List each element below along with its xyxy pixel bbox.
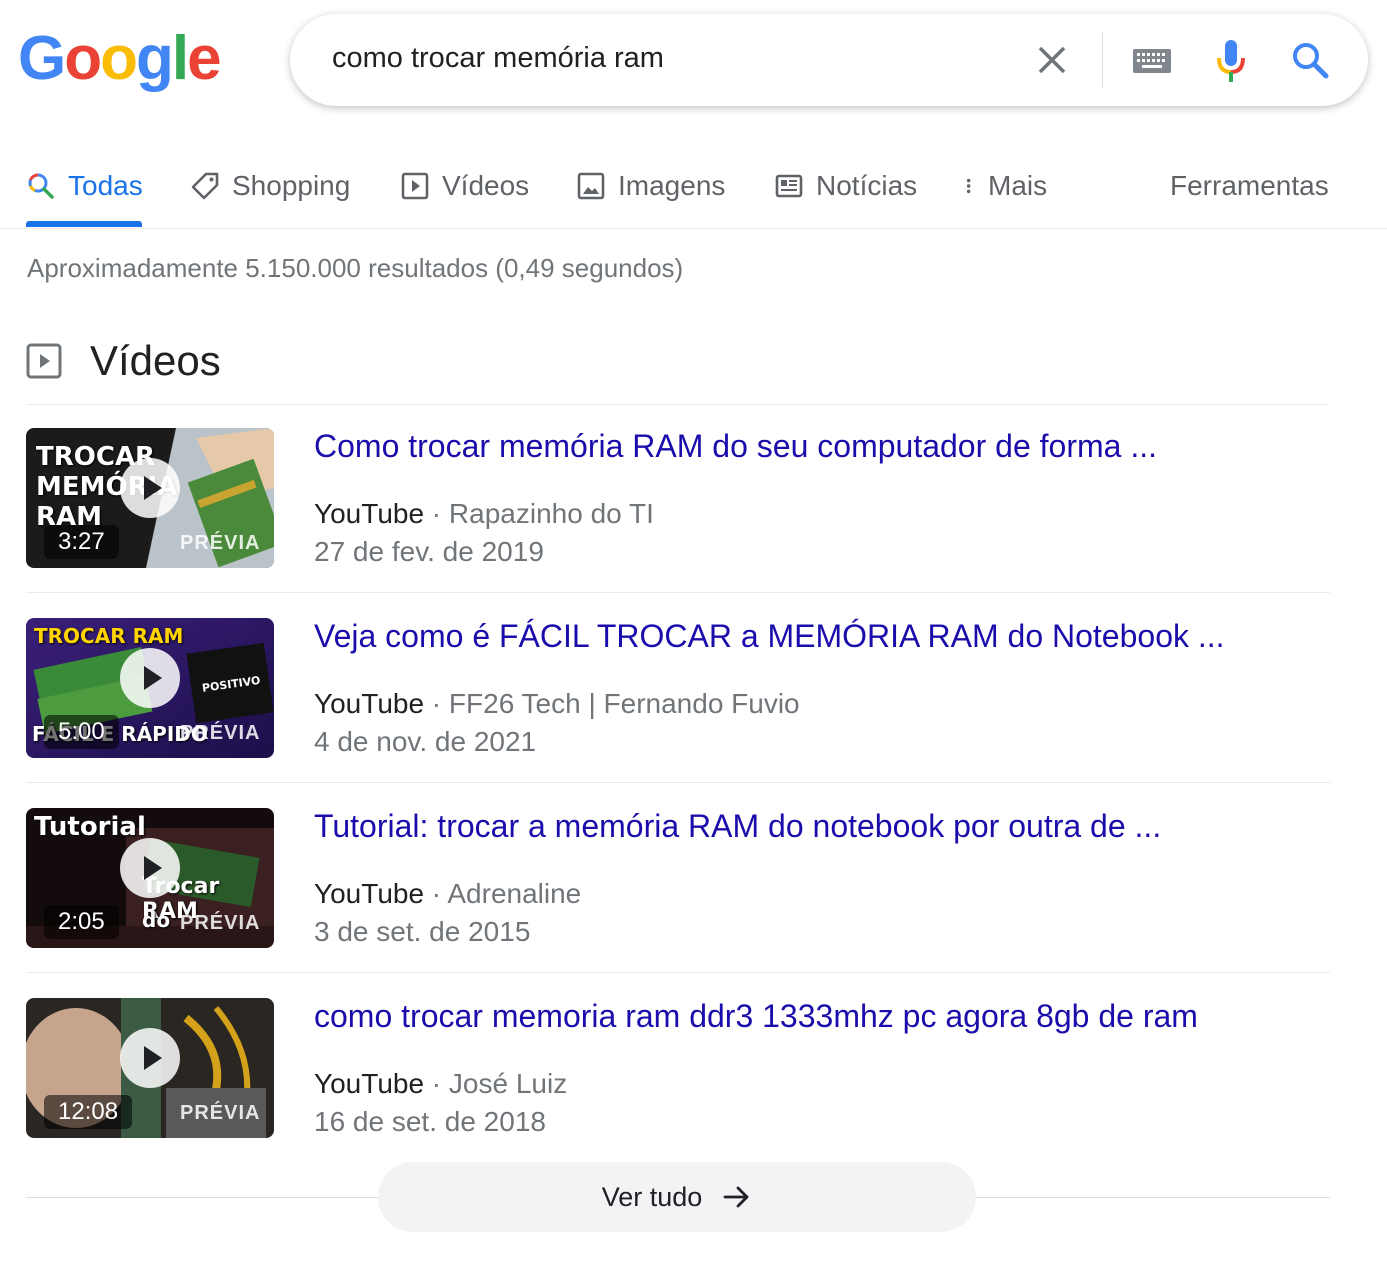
tag-icon <box>191 172 219 200</box>
thumbnail-caption: TROCAR RAM <box>34 624 184 648</box>
keyboard-icon <box>1133 49 1171 73</box>
thumbnail-caption: Tutorial <box>34 812 146 842</box>
channel-name: FF26 Tech | Fernando Fuvio <box>448 688 800 719</box>
image-icon <box>577 172 605 200</box>
google-logo[interactable]: Google <box>18 24 222 93</box>
tab-todas[interactable]: Todas <box>26 162 143 210</box>
video-title-link[interactable]: Como trocar memória RAM do seu computado… <box>314 428 1157 465</box>
source-name: YouTube <box>314 688 425 719</box>
search-icon <box>28 173 54 199</box>
divider <box>26 972 1330 973</box>
video-result: 12:08 PRÉVIA como trocar memoria ram ddr… <box>26 998 1330 1188</box>
divider <box>26 592 1330 593</box>
video-thumbnail[interactable]: Tutorial Trocar RAM do 2:05 PRÉVIA <box>26 808 274 948</box>
search-box[interactable]: como trocar memória ram <box>290 14 1368 106</box>
separator-dot: · <box>424 1068 449 1099</box>
videos-section-header: Vídeos <box>26 336 221 386</box>
channel-name: Adrenaline <box>447 878 582 909</box>
search-tabs: Todas Shopping Vídeos Imagens Notícias M… <box>0 150 1387 229</box>
view-all-button[interactable]: Ver tudo <box>378 1162 976 1232</box>
video-thumbnail[interactable]: 12:08 PRÉVIA <box>26 998 274 1138</box>
video-duration: 3:27 <box>44 525 119 559</box>
search-icon <box>1293 43 1329 79</box>
tab-label: Todas <box>68 170 143 201</box>
section-title: Vídeos <box>90 337 221 384</box>
result-stats: Aproximadamente 5.150.000 resultados (0,… <box>27 253 684 283</box>
separator-dot: · <box>424 688 449 719</box>
tools-button[interactable]: Ferramentas <box>1170 162 1329 210</box>
logo-letter: l <box>171 24 189 93</box>
video-title-link[interactable]: Tutorial: trocar a memória RAM do notebo… <box>314 808 1161 845</box>
logo-letter: g <box>135 24 174 93</box>
video-date: 4 de nov. de 2021 <box>314 726 537 757</box>
tab-label: Imagens <box>618 170 726 201</box>
preview-label: PRÉVIA <box>180 532 261 554</box>
tab-noticias[interactable]: Notícias <box>774 162 917 210</box>
preview-label: PRÉVIA <box>180 912 261 934</box>
keyboard-button[interactable] <box>1132 48 1172 74</box>
thumbnail-caption: do <box>142 908 171 932</box>
play-icon <box>120 648 180 708</box>
tab-label: Notícias <box>816 170 918 201</box>
mic-icon <box>1217 40 1245 82</box>
video-icon <box>26 343 62 379</box>
tab-label: Mais <box>988 170 1048 201</box>
video-source: YouTube · Rapazinho do TI <box>314 498 654 530</box>
separator-dot: · <box>424 498 449 529</box>
video-date: 16 de set. de 2018 <box>314 1106 546 1137</box>
source-name: YouTube <box>314 1068 425 1099</box>
divider <box>26 782 1330 783</box>
channel-name: Rapazinho do TI <box>448 498 654 529</box>
tab-label: Vídeos <box>442 170 530 201</box>
video-icon <box>401 172 429 200</box>
logo-letter: o <box>64 24 102 93</box>
video-result: TROCAR MEMÓRIA RAM 3:27 PRÉVIA Como troc… <box>26 428 1330 618</box>
play-icon <box>120 1028 180 1088</box>
video-thumbnail[interactable]: TROCAR MEMÓRIA RAM 3:27 PRÉVIA <box>26 428 274 568</box>
preview-label: PRÉVIA <box>180 722 261 744</box>
video-source: YouTube · José Luiz <box>314 1068 567 1100</box>
logo-letter: G <box>18 24 66 93</box>
tab-label: Shopping <box>232 170 351 201</box>
separator-dot: · <box>424 878 448 909</box>
close-icon <box>1038 46 1066 74</box>
search-input[interactable]: como trocar memória ram <box>332 42 664 75</box>
search-button[interactable] <box>1290 40 1330 80</box>
video-date: 3 de set. de 2015 <box>314 916 531 947</box>
video-source: YouTube · Adrenaline <box>314 878 581 910</box>
video-duration: 5:00 <box>44 715 119 749</box>
divider <box>26 404 1328 405</box>
video-source: YouTube · FF26 Tech | Fernando Fuvio <box>314 688 800 720</box>
tab-mais[interactable]: Mais <box>962 162 1047 210</box>
source-name: YouTube <box>314 498 425 529</box>
tab-imagens[interactable]: Imagens <box>576 162 725 210</box>
newspaper-icon <box>775 174 803 198</box>
video-date: 27 de fev. de 2019 <box>314 536 544 567</box>
voice-search-button[interactable] <box>1214 38 1248 84</box>
video-result: Tutorial Trocar RAM do 2:05 PRÉVIA Tutor… <box>26 808 1330 998</box>
play-icon <box>120 458 180 518</box>
divider <box>1102 32 1103 88</box>
arrow-right-icon <box>723 1186 749 1208</box>
video-duration: 2:05 <box>44 905 119 939</box>
source-name: YouTube <box>314 878 425 909</box>
more-vert-icon <box>966 178 971 194</box>
view-all-label: Ver tudo <box>601 1181 703 1212</box>
logo-letter: e <box>187 24 222 93</box>
video-result: POSITIVO TROCAR RAM FÁCIL E RÁPIDO 5:00 … <box>26 618 1330 808</box>
video-title-link[interactable]: Veja como é FÁCIL TROCAR a MEMÓRIA RAM d… <box>314 618 1225 655</box>
tab-videos[interactable]: Vídeos <box>400 162 529 210</box>
active-tab-indicator <box>26 221 142 227</box>
logo-letter: o <box>100 24 138 93</box>
tab-shopping[interactable]: Shopping <box>190 162 350 210</box>
play-icon <box>120 838 180 898</box>
preview-label: PRÉVIA <box>180 1102 261 1124</box>
channel-name: José Luiz <box>448 1068 568 1099</box>
video-title-link[interactable]: como trocar memoria ram ddr3 1333mhz pc … <box>314 998 1198 1035</box>
clear-search-button[interactable] <box>1034 42 1070 78</box>
video-thumbnail[interactable]: POSITIVO TROCAR RAM FÁCIL E RÁPIDO 5:00 … <box>26 618 274 758</box>
video-duration: 12:08 <box>44 1095 133 1129</box>
